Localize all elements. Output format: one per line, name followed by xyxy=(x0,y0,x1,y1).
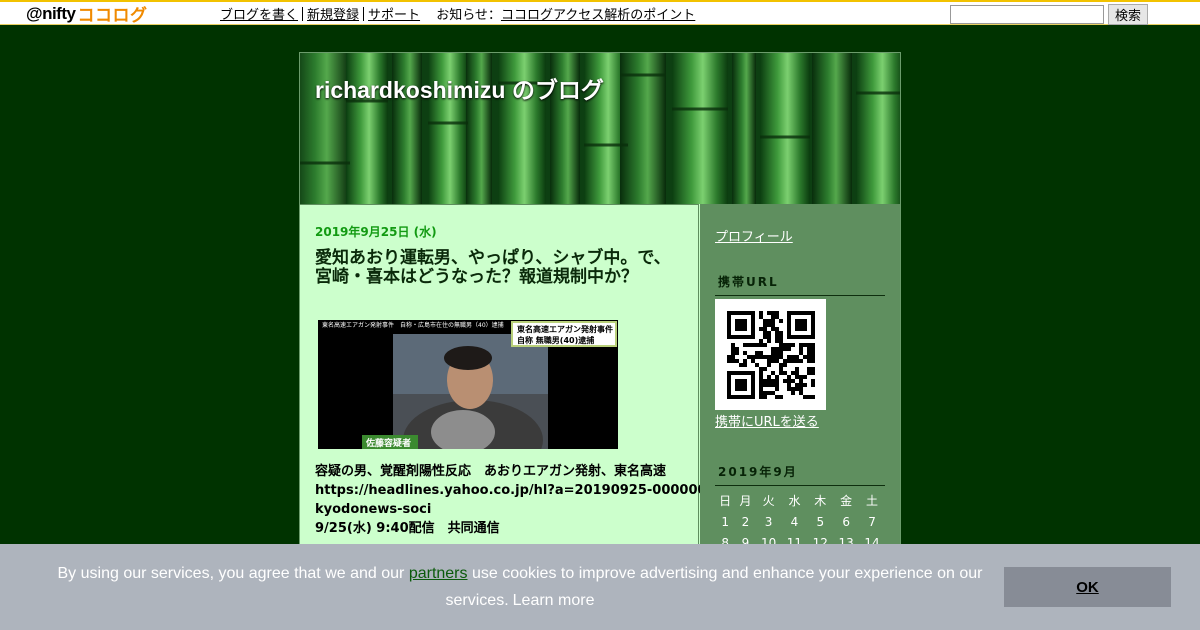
search-input[interactable] xyxy=(950,5,1104,24)
link-divider xyxy=(363,7,365,21)
blog-title[interactable]: richardkoshimizu のブログ xyxy=(315,71,604,105)
mobile-url-heading: 携帯URL xyxy=(715,273,885,296)
post-body-line: https://headlines.yahoo.co.jp/hl?a=20190… xyxy=(315,483,731,498)
qr-code-graphic xyxy=(726,310,815,399)
cookie-ok-button[interactable]: OK xyxy=(1004,567,1171,607)
cookie-text-before: By using our services, you agree that we… xyxy=(57,565,409,582)
calendar-day: 5 xyxy=(816,514,825,529)
bamboo-banner: richardkoshimizu のブログ xyxy=(300,53,900,204)
qr-code-icon xyxy=(715,299,826,410)
partners-link[interactable]: partners xyxy=(409,565,468,582)
calendar-weekday: 金 xyxy=(840,494,853,508)
top-links: ブログを書く 新規登録 サポート お知らせ：ココログアクセス解析のポイント xyxy=(220,4,695,23)
logo-prefix: @nifty xyxy=(26,3,76,23)
post-body-line: 容疑の男、覚醒剤陽性反応 あおりエアガン発射、東名高速 xyxy=(315,464,667,479)
send-url-link[interactable]: 携帯にURLを送る xyxy=(715,411,819,430)
calendar-weekday: 木 xyxy=(814,494,827,508)
notice-link[interactable]: ココログアクセス解析のポイント xyxy=(501,8,695,23)
post-body: 容疑の男、覚醒剤陽性反応 あおりエアガン発射、東名高速 https://head… xyxy=(315,462,731,538)
notice-label: お知らせ xyxy=(436,8,488,23)
news-screenshot: 東名高速エアガン発射事件 自称・広島市在住の無職男（40）逮捕 東名高速エアガン… xyxy=(318,320,618,449)
notice-separator: ： xyxy=(487,8,501,23)
support-link[interactable]: サポート xyxy=(368,8,420,23)
calendar-day: 6 xyxy=(842,514,850,529)
calendar-day: 3 xyxy=(764,514,773,529)
image-box-sub: 自称 無職男(40)逮捕 xyxy=(517,335,594,345)
link-divider xyxy=(302,7,304,21)
post-image[interactable]: 東名高速エアガン発射事件 自称・広島市在住の無職男（40）逮捕 東名高速エアガン… xyxy=(318,320,618,449)
post-title[interactable]: 愛知あおり運転男、やっぱり、シャブ中。で、宮崎・喜本はどうなった？報道規制中か？ xyxy=(315,249,675,287)
calendar-day: 1 xyxy=(721,514,729,529)
calendar-weekday: 月 xyxy=(739,494,752,508)
post-body-line: 9/25(水) 9:40配信 共同通信 xyxy=(315,521,500,536)
calendar-weekday: 日 xyxy=(719,494,732,508)
nifty-cocolog-logo[interactable]: @nifty ココログ xyxy=(26,3,148,26)
cookie-consent-banner: By using our services, you agree that we… xyxy=(0,544,1200,630)
image-box-title: 東名高速エアガン発射事件 xyxy=(517,324,613,334)
post-date: 2019年9月25日 (水) xyxy=(315,225,437,239)
calendar-day: 7 xyxy=(868,514,876,529)
calendar-heading: 2019年9月 xyxy=(715,463,885,486)
calendar-day: 2 xyxy=(741,514,750,529)
search-button[interactable]: 検索 xyxy=(1108,4,1148,25)
image-name-tag: 佐藤容疑者 xyxy=(365,437,411,449)
post-body-line: kyodonews-soci xyxy=(315,502,432,517)
calendar-weekday-row: 日 月 火 水 木 金 土 xyxy=(715,490,885,511)
logo-brand: ココログ xyxy=(77,6,148,25)
learn-more-link[interactable]: Learn more xyxy=(513,592,595,609)
calendar-day: 4 xyxy=(790,514,799,529)
calendar-weekday: 土 xyxy=(866,494,879,508)
calendar-weekday: 水 xyxy=(788,494,801,508)
top-navigation-bar: @nifty ココログ ブログを書く 新規登録 サポート お知らせ：ココログアクセス… xyxy=(0,0,1200,25)
image-top-caption: 東名高速エアガン発射事件 自称・広島市在住の無職男（40）逮捕 xyxy=(322,321,504,329)
register-link[interactable]: 新規登録 xyxy=(307,8,359,23)
cookie-message: By using our services, you agree that we… xyxy=(40,560,1000,614)
write-blog-link[interactable]: ブログを書く xyxy=(220,8,298,23)
profile-link[interactable]: プロフィール xyxy=(715,226,793,245)
calendar-week-row: 1 2 3 4 5 6 7 xyxy=(715,511,885,532)
calendar-weekday: 火 xyxy=(762,494,775,508)
